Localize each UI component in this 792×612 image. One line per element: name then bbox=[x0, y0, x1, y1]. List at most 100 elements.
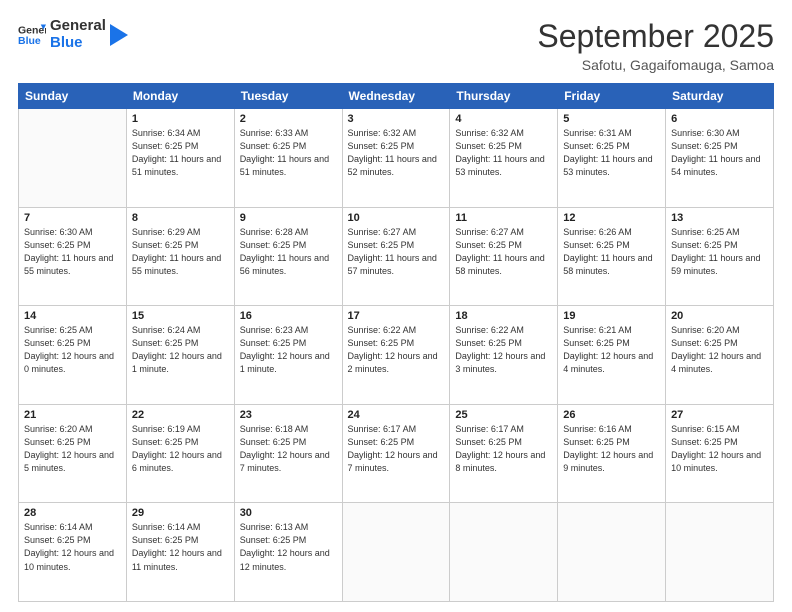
day-info: Sunrise: 6:25 AM Sunset: 6:25 PM Dayligh… bbox=[671, 226, 768, 278]
calendar-cell: 8 Sunrise: 6:29 AM Sunset: 6:25 PM Daylig… bbox=[126, 207, 234, 306]
day-number: 2 bbox=[240, 113, 337, 125]
header-tuesday: Tuesday bbox=[234, 84, 342, 109]
calendar-week-row: 21Sunrise: 6:20 AM Sunset: 6:25 PM Dayli… bbox=[19, 404, 774, 503]
logo-icon: General Blue bbox=[18, 21, 46, 49]
svg-text:Blue: Blue bbox=[18, 34, 41, 46]
calendar-cell: 21Sunrise: 6:20 AM Sunset: 6:25 PM Dayli… bbox=[19, 404, 127, 503]
calendar-cell: 18Sunrise: 6:22 AM Sunset: 6:25 PM Dayli… bbox=[450, 306, 558, 405]
calendar-cell: 28 Sunrise: 6:14 AM Sunset: 6:25 PM Dayli… bbox=[19, 503, 127, 602]
calendar-cell: 14 Sunrise: 6:25 AM Sunset: 6:25 PM Dayli… bbox=[19, 306, 127, 405]
day-number: 11 bbox=[455, 212, 552, 224]
calendar-cell bbox=[19, 109, 127, 208]
day-number: 21 bbox=[24, 409, 121, 421]
calendar-cell bbox=[558, 503, 666, 602]
calendar-cell bbox=[666, 503, 774, 602]
day-info: Sunrise: 6:23 AM Sunset: 6:25 PM Dayligh… bbox=[240, 324, 337, 376]
calendar-cell: 13 Sunrise: 6:25 AM Sunset: 6:25 PM Dayli… bbox=[666, 207, 774, 306]
calendar-cell: 2 Sunrise: 6:33 AM Sunset: 6:25 PM Daylig… bbox=[234, 109, 342, 208]
calendar-cell: 19 Sunrise: 6:21 AM Sunset: 6:25 PM Dayli… bbox=[558, 306, 666, 405]
logo-arrow-icon bbox=[110, 24, 128, 46]
day-number: 24 bbox=[348, 409, 445, 421]
calendar-cell bbox=[342, 503, 450, 602]
day-number: 13 bbox=[671, 212, 768, 224]
calendar-cell: 1Sunrise: 6:34 AM Sunset: 6:25 PM Daylig… bbox=[126, 109, 234, 208]
day-number: 29 bbox=[132, 507, 229, 519]
day-info: Sunrise: 6:20 AM Sunset: 6:25 PM Dayligh… bbox=[671, 324, 768, 376]
calendar-cell: 24Sunrise: 6:17 AM Sunset: 6:25 PM Dayli… bbox=[342, 404, 450, 503]
day-number: 19 bbox=[563, 310, 660, 322]
calendar-cell: 7 Sunrise: 6:30 AM Sunset: 6:25 PM Daylig… bbox=[19, 207, 127, 306]
day-number: 6 bbox=[671, 113, 768, 125]
day-info: Sunrise: 6:19 AM Sunset: 6:25 PM Dayligh… bbox=[132, 423, 229, 475]
calendar-cell: 15 Sunrise: 6:24 AM Sunset: 6:25 PM Dayli… bbox=[126, 306, 234, 405]
day-info: Sunrise: 6:22 AM Sunset: 6:25 PM Dayligh… bbox=[348, 324, 445, 376]
day-number: 27 bbox=[671, 409, 768, 421]
calendar-cell: 27Sunrise: 6:15 AM Sunset: 6:25 PM Dayli… bbox=[666, 404, 774, 503]
logo: General Blue General Blue bbox=[18, 18, 128, 51]
day-info: Sunrise: 6:29 AM Sunset: 6:25 PM Dayligh… bbox=[132, 226, 229, 278]
header-monday: Monday bbox=[126, 84, 234, 109]
day-number: 26 bbox=[563, 409, 660, 421]
day-number: 18 bbox=[455, 310, 552, 322]
day-info: Sunrise: 6:30 AM Sunset: 6:25 PM Dayligh… bbox=[24, 226, 121, 278]
day-info: Sunrise: 6:24 AM Sunset: 6:25 PM Dayligh… bbox=[132, 324, 229, 376]
day-info: Sunrise: 6:13 AM Sunset: 6:25 PM Dayligh… bbox=[240, 521, 337, 573]
day-info: Sunrise: 6:25 AM Sunset: 6:25 PM Dayligh… bbox=[24, 324, 121, 376]
calendar-cell: 23 Sunrise: 6:18 AM Sunset: 6:25 PM Dayli… bbox=[234, 404, 342, 503]
header-sunday: Sunday bbox=[19, 84, 127, 109]
calendar-location: Safotu, Gagaifomauga, Samoa bbox=[537, 57, 774, 73]
day-number: 5 bbox=[563, 113, 660, 125]
calendar-cell: 9Sunrise: 6:28 AM Sunset: 6:25 PM Daylig… bbox=[234, 207, 342, 306]
calendar-week-row: 7 Sunrise: 6:30 AM Sunset: 6:25 PM Daylig… bbox=[19, 207, 774, 306]
calendar-week-row: 14 Sunrise: 6:25 AM Sunset: 6:25 PM Dayli… bbox=[19, 306, 774, 405]
header-wednesday: Wednesday bbox=[342, 84, 450, 109]
header-saturday: Saturday bbox=[666, 84, 774, 109]
day-number: 12 bbox=[563, 212, 660, 224]
day-info: Sunrise: 6:14 AM Sunset: 6:25 PM Dayligh… bbox=[24, 521, 121, 573]
page: General Blue General Blue September 2025… bbox=[0, 0, 792, 612]
calendar-cell: 6 Sunrise: 6:30 AM Sunset: 6:25 PM Daylig… bbox=[666, 109, 774, 208]
calendar-cell: 5 Sunrise: 6:31 AM Sunset: 6:25 PM Daylig… bbox=[558, 109, 666, 208]
day-info: Sunrise: 6:30 AM Sunset: 6:25 PM Dayligh… bbox=[671, 127, 768, 179]
day-number: 14 bbox=[24, 310, 121, 322]
day-info: Sunrise: 6:28 AM Sunset: 6:25 PM Dayligh… bbox=[240, 226, 337, 278]
day-number: 28 bbox=[24, 507, 121, 519]
calendar-title: September 2025 bbox=[537, 18, 774, 55]
calendar-table: Sunday Monday Tuesday Wednesday Thursday… bbox=[18, 83, 774, 602]
day-info: Sunrise: 6:18 AM Sunset: 6:25 PM Dayligh… bbox=[240, 423, 337, 475]
day-info: Sunrise: 6:17 AM Sunset: 6:25 PM Dayligh… bbox=[455, 423, 552, 475]
header-thursday: Thursday bbox=[450, 84, 558, 109]
calendar-cell: 10 Sunrise: 6:27 AM Sunset: 6:25 PM Dayli… bbox=[342, 207, 450, 306]
day-number: 22 bbox=[132, 409, 229, 421]
day-info: Sunrise: 6:32 AM Sunset: 6:25 PM Dayligh… bbox=[455, 127, 552, 179]
day-info: Sunrise: 6:31 AM Sunset: 6:25 PM Dayligh… bbox=[563, 127, 660, 179]
day-number: 23 bbox=[240, 409, 337, 421]
calendar-week-row: 1Sunrise: 6:34 AM Sunset: 6:25 PM Daylig… bbox=[19, 109, 774, 208]
day-number: 3 bbox=[348, 113, 445, 125]
day-number: 16 bbox=[240, 310, 337, 322]
calendar-week-row: 28 Sunrise: 6:14 AM Sunset: 6:25 PM Dayli… bbox=[19, 503, 774, 602]
calendar-cell: 16 Sunrise: 6:23 AM Sunset: 6:25 PM Dayli… bbox=[234, 306, 342, 405]
day-info: Sunrise: 6:27 AM Sunset: 6:25 PM Dayligh… bbox=[455, 226, 552, 278]
calendar-cell: 26Sunrise: 6:16 AM Sunset: 6:25 PM Dayli… bbox=[558, 404, 666, 503]
calendar-cell: 29 Sunrise: 6:14 AM Sunset: 6:25 PM Dayli… bbox=[126, 503, 234, 602]
calendar-cell: 25 Sunrise: 6:17 AM Sunset: 6:25 PM Dayli… bbox=[450, 404, 558, 503]
calendar-header-row: Sunday Monday Tuesday Wednesday Thursday… bbox=[19, 84, 774, 109]
calendar-cell: 20 Sunrise: 6:20 AM Sunset: 6:25 PM Dayli… bbox=[666, 306, 774, 405]
day-number: 20 bbox=[671, 310, 768, 322]
logo-blue: Blue bbox=[50, 35, 106, 52]
day-info: Sunrise: 6:14 AM Sunset: 6:25 PM Dayligh… bbox=[132, 521, 229, 573]
day-info: Sunrise: 6:21 AM Sunset: 6:25 PM Dayligh… bbox=[563, 324, 660, 376]
day-info: Sunrise: 6:33 AM Sunset: 6:25 PM Dayligh… bbox=[240, 127, 337, 179]
day-number: 15 bbox=[132, 310, 229, 322]
day-number: 25 bbox=[455, 409, 552, 421]
day-info: Sunrise: 6:27 AM Sunset: 6:25 PM Dayligh… bbox=[348, 226, 445, 278]
calendar-cell: 22 Sunrise: 6:19 AM Sunset: 6:25 PM Dayli… bbox=[126, 404, 234, 503]
day-number: 4 bbox=[455, 113, 552, 125]
day-number: 10 bbox=[348, 212, 445, 224]
day-number: 7 bbox=[24, 212, 121, 224]
calendar-cell: 30Sunrise: 6:13 AM Sunset: 6:25 PM Dayli… bbox=[234, 503, 342, 602]
calendar-cell: 3Sunrise: 6:32 AM Sunset: 6:25 PM Daylig… bbox=[342, 109, 450, 208]
calendar-cell: 12Sunrise: 6:26 AM Sunset: 6:25 PM Dayli… bbox=[558, 207, 666, 306]
day-number: 8 bbox=[132, 212, 229, 224]
